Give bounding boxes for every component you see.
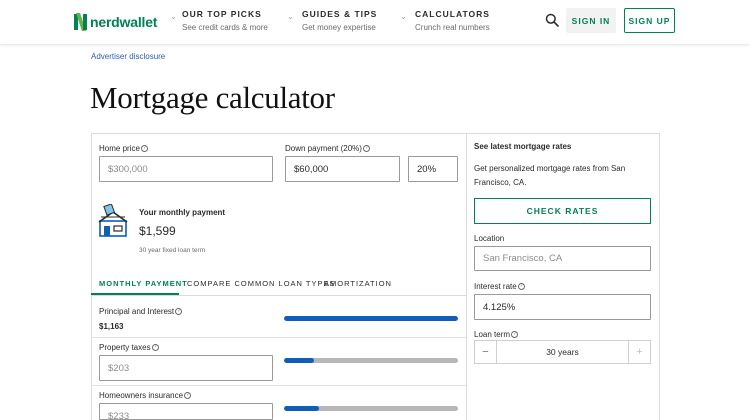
principal-interest-value: $1,163 bbox=[99, 322, 124, 331]
site-header: nerdwallet ⌄ OUR TOP PICKS See credit ca… bbox=[0, 0, 750, 44]
info-icon[interactable]: ? bbox=[517, 283, 525, 290]
property-taxes-bar bbox=[284, 358, 458, 363]
row-divider bbox=[91, 337, 466, 338]
house-payment-icon bbox=[98, 204, 128, 237]
nav-subtitle: Crunch real numbers bbox=[415, 23, 490, 32]
chevron-down-icon: ⌄ bbox=[170, 12, 177, 21]
tab-amortization[interactable]: AMORTIZATION bbox=[324, 279, 392, 288]
loan-term-label: Loan term ? bbox=[474, 330, 519, 339]
sign-up-button[interactable]: SIGN UP bbox=[624, 8, 675, 33]
info-icon[interactable]: ? bbox=[151, 344, 159, 351]
chevron-down-icon: ⌄ bbox=[400, 12, 407, 21]
home-price-input[interactable]: $300,000 bbox=[99, 156, 273, 182]
principal-interest-label: Principal and Interest ? bbox=[99, 307, 183, 316]
tabs-divider bbox=[91, 295, 466, 296]
advertiser-disclosure-link[interactable]: Advertiser disclosure bbox=[91, 52, 165, 61]
info-icon[interactable]: ? bbox=[140, 145, 148, 152]
latest-rates-description: Get personalized mortgage rates from San… bbox=[474, 164, 626, 187]
tab-compare-loan-types[interactable]: COMPARE COMMON LOAN TYPES bbox=[187, 279, 336, 288]
info-icon[interactable]: ? bbox=[511, 331, 519, 338]
sign-in-button[interactable]: SIGN IN bbox=[566, 8, 616, 33]
logo-mark-icon bbox=[74, 13, 87, 31]
principal-interest-bar-fill bbox=[284, 316, 458, 321]
nav-title: CALCULATORS bbox=[415, 9, 490, 19]
monthly-payment-value: $1,599 bbox=[139, 224, 176, 238]
homeowners-insurance-bar-fill bbox=[284, 406, 319, 411]
down-payment-label-text: Down payment (20%) bbox=[285, 144, 362, 153]
interest-rate-label-text: Interest rate bbox=[474, 282, 517, 291]
tab-monthly-payment[interactable]: MONTHLY PAYMENT bbox=[99, 279, 188, 288]
info-icon[interactable]: ? bbox=[175, 308, 183, 315]
down-payment-percent-input[interactable]: 20% bbox=[408, 156, 458, 182]
panel-divider bbox=[466, 133, 467, 420]
nav-guides-tips[interactable]: GUIDES & TIPS Get money expertise bbox=[302, 9, 377, 32]
row-divider bbox=[91, 385, 466, 386]
nav-subtitle: See credit cards & more bbox=[182, 23, 268, 32]
latest-rates-title: See latest mortgage rates bbox=[474, 142, 572, 151]
page-title: Mortgage calculator bbox=[90, 80, 335, 115]
nav-subtitle: Get money expertise bbox=[302, 23, 376, 32]
homeowners-insurance-bar bbox=[284, 406, 458, 411]
check-rates-button[interactable]: CHECK RATES bbox=[474, 198, 651, 224]
decrement-button[interactable]: − bbox=[475, 341, 496, 363]
homeowners-insurance-input[interactable]: $233 bbox=[99, 403, 273, 420]
nerdwallet-logo[interactable]: nerdwallet bbox=[74, 13, 157, 31]
principal-interest-label-text: Principal and Interest bbox=[99, 307, 175, 316]
active-tab-indicator bbox=[91, 293, 179, 295]
loan-term-stepper: − 30 years + bbox=[474, 340, 651, 364]
nav-title: OUR TOP PICKS bbox=[182, 9, 262, 19]
home-price-label-text: Home price bbox=[99, 144, 140, 153]
property-taxes-input[interactable]: $203 bbox=[99, 355, 273, 381]
logo-text: nerdwallet bbox=[90, 14, 158, 30]
loan-term-note: 30 year fixed loan term bbox=[139, 247, 206, 254]
info-icon[interactable]: ? bbox=[362, 145, 370, 152]
down-payment-label: Down payment (20%) ? bbox=[285, 144, 370, 153]
property-taxes-label: Property taxes ? bbox=[99, 343, 159, 352]
nav-title: GUIDES & TIPS bbox=[302, 9, 378, 19]
chevron-down-icon: ⌄ bbox=[287, 12, 294, 21]
loan-term-value[interactable]: 30 years bbox=[496, 341, 629, 363]
loan-term-label-text: Loan term bbox=[474, 330, 511, 339]
increment-button[interactable]: + bbox=[629, 341, 650, 363]
location-input[interactable]: San Francisco, CA bbox=[474, 246, 651, 271]
monthly-payment-label: Your monthly payment bbox=[139, 208, 226, 217]
property-taxes-bar-fill bbox=[284, 358, 314, 363]
home-price-label: Home price ? bbox=[99, 144, 148, 153]
down-payment-input[interactable]: $60,000 bbox=[285, 156, 400, 182]
homeowners-insurance-label-text: Homeowners insurance bbox=[99, 391, 184, 400]
interest-rate-input[interactable]: 4.125% bbox=[474, 294, 651, 320]
homeowners-insurance-label: Homeowners insurance ? bbox=[99, 391, 192, 400]
location-label: Location bbox=[474, 234, 505, 243]
interest-rate-label: Interest rate ? bbox=[474, 282, 525, 291]
nav-calculators[interactable]: CALCULATORS Crunch real numbers bbox=[415, 9, 490, 32]
principal-interest-bar bbox=[284, 316, 458, 321]
property-taxes-label-text: Property taxes bbox=[99, 343, 151, 352]
search-icon[interactable] bbox=[545, 13, 559, 27]
info-icon[interactable]: ? bbox=[184, 392, 192, 399]
nav-top-picks[interactable]: OUR TOP PICKS See credit cards & more bbox=[182, 9, 268, 32]
